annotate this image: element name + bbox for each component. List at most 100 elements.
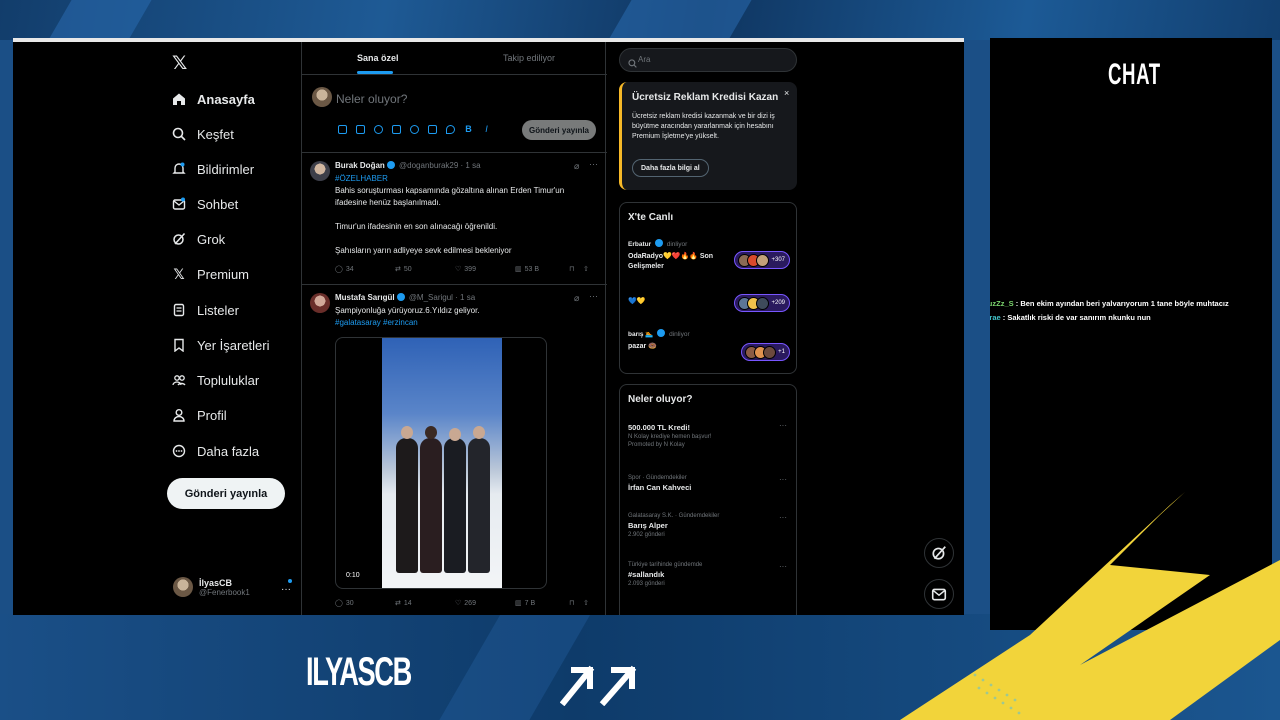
trend-item[interactable]: Galatasaray S.K. · Gündemdekiler Barış A… [628, 513, 793, 538]
repost-count: 50 [403, 265, 412, 273]
hashtag-link[interactable]: #ÖZELHABER [335, 174, 388, 183]
reply-button[interactable]: ◯ 34 [335, 265, 395, 274]
more-icon[interactable]: ··· [779, 475, 787, 484]
space-host: barış 🏊 [628, 331, 654, 338]
repost-button[interactable]: ⇄ 14 [395, 599, 455, 608]
sidebar-item-notifications[interactable]: Bildirimler [171, 157, 254, 181]
reply-count: 30 [345, 599, 354, 607]
more-icon[interactable]: ··· [589, 159, 598, 169]
search-input[interactable]: Ara [619, 48, 797, 72]
chat-title: CHAT [1108, 58, 1161, 91]
views-button[interactable]: ▥ 7 B [515, 599, 569, 608]
like-button[interactable]: ♡ 399 [455, 265, 515, 274]
space-listeners-pill[interactable]: +1 [741, 343, 790, 361]
chat-message: ✚ BuzZz_S : Ben ekim ayından beri yalvar… [990, 299, 1229, 308]
sidebar-item-label: Listeler [197, 302, 239, 318]
browser-capture: 𝕏 Anasayfa Keşfet Bildirimler Sohbet Gro… [13, 38, 964, 615]
close-icon[interactable]: × [784, 88, 789, 98]
tweet-video[interactable]: 0:10 [335, 337, 547, 589]
tweet-header: Burak Doğan @doganburak29 · 1 sa [335, 161, 481, 170]
learn-more-button[interactable]: Daha fazla bilgi al [632, 159, 709, 177]
chat-username[interactable]: omcrae [990, 313, 1001, 322]
person-figure [473, 426, 485, 439]
sidebar-item-label: Bildirimler [197, 161, 255, 177]
sidebar-item-more[interactable]: Daha fazla [171, 439, 259, 463]
grok-icon[interactable]: ⌀ [574, 161, 579, 172]
search-placeholder: Ara [638, 55, 651, 64]
hashtag-link[interactable]: #galatasaray #erzincan [335, 318, 418, 327]
sidebar-item-lists[interactable]: Listeler [171, 298, 239, 322]
more-icon[interactable]: ··· [779, 421, 787, 430]
compose-input[interactable]: Neler oluyor? [336, 92, 407, 106]
verified-badge-icon [396, 293, 405, 301]
share-icon[interactable]: ⇧ [583, 265, 593, 273]
live-space-item[interactable]: 💙💛 +209 [628, 293, 793, 312]
mail-icon [171, 196, 187, 212]
live-space-item[interactable]: barış 🏊 dinliyor pazar 🍩 +1 [628, 329, 793, 361]
like-button[interactable]: ♡ 269 [455, 599, 515, 608]
avatar[interactable] [310, 161, 330, 181]
sidebar-item-profile[interactable]: Profil [171, 403, 227, 427]
tweet-text: Şampiyonluğa yürüyoruz.6.Yıldız geliyor.… [335, 305, 597, 329]
location-icon[interactable] [446, 125, 455, 134]
sidebar-item-bookmarks[interactable]: Yer İşaretleri [171, 333, 270, 357]
account-more-icon[interactable]: ··· [281, 584, 291, 595]
space-listeners-pill[interactable]: +209 [734, 294, 790, 312]
live-spaces-card: X'te Canlı Erbatur dinliyor OdaRadyo💛❤️🔥… [619, 202, 797, 374]
video-thumbnail [382, 338, 502, 588]
trend-item[interactable]: Spor · Gündemdekiler İrfan Can Kahveci ·… [628, 475, 793, 492]
more-icon[interactable]: ··· [779, 513, 787, 522]
chat-username[interactable]: BuzZz_S [990, 299, 1014, 308]
tab-following[interactable]: Takip ediliyor [503, 53, 555, 63]
avatar[interactable] [310, 293, 330, 313]
live-space-item[interactable]: Erbatur dinliyor OdaRadyo💛❤️🔥🔥 Son Geliş… [628, 239, 793, 272]
share-icon[interactable]: ⇧ [583, 599, 593, 607]
schedule-icon[interactable] [428, 125, 437, 134]
space-listeners-pill[interactable]: +307 [734, 251, 790, 269]
compose-post-button[interactable]: Gönderi yayınla [522, 120, 596, 140]
like-count: 399 [464, 265, 476, 273]
grok-icon[interactable]: ⌀ [574, 293, 579, 304]
sidebar-item-home[interactable]: Anasayfa [171, 87, 255, 111]
author-name[interactable]: Burak Doğan [335, 161, 385, 170]
more-icon[interactable]: ··· [779, 562, 787, 571]
trend-item[interactable]: 500.000 TL Kredi! N Kolay krediye hemen … [628, 421, 793, 448]
reply-button[interactable]: ◯ 30 [335, 599, 395, 608]
tab-for-you[interactable]: Sana özel [357, 53, 399, 63]
author-handle: @M_Sarigul · 1 sa [408, 293, 476, 302]
live-title: X'te Canlı [628, 212, 674, 223]
more-icon[interactable]: ··· [589, 291, 598, 301]
sidebar-item-premium[interactable]: 𝕏 Premium [171, 262, 249, 286]
tweet-line: Bahis soruşturması kapsamında gözaltına … [335, 186, 565, 207]
emoji-icon[interactable] [410, 125, 419, 134]
tweet[interactable]: Mustafa Sarıgül @M_Sarigul · 1 sa ⌀ ··· … [302, 285, 607, 615]
tweet-header: Mustafa Sarıgül @M_Sarigul · 1 sa [335, 293, 475, 302]
reply-icon: ◯ [335, 266, 343, 273]
bookmark-icon[interactable]: ⊓ [569, 599, 583, 607]
repost-icon: ⇄ [395, 266, 401, 273]
views-button[interactable]: ▥ 53 B [515, 265, 569, 274]
bold-icon[interactable]: B [464, 125, 473, 134]
account-switcher[interactable]: İlyasCB @Fenerbook1 [173, 577, 250, 597]
heart-icon: ♡ [455, 266, 462, 273]
tweet[interactable]: Burak Doğan @doganburak29 · 1 sa ⌀ ··· #… [302, 153, 607, 285]
media-icon[interactable] [338, 125, 347, 134]
trend-item[interactable]: Türkiye tarihinde gündemde #sallandık 2.… [628, 562, 793, 587]
reply-count: 34 [345, 265, 354, 273]
listener-count: +209 [771, 300, 785, 306]
gif-icon[interactable] [356, 125, 365, 134]
x-logo-icon[interactable]: 𝕏 [172, 52, 187, 75]
sidebar-item-communities[interactable]: Topluluklar [171, 368, 259, 392]
post-button[interactable]: Gönderi yayınla [167, 478, 285, 509]
listener-avatar [756, 296, 770, 310]
sidebar-item-messages[interactable]: Sohbet [171, 192, 238, 216]
trends-card: Neler oluyor? 500.000 TL Kredi! N Kolay … [619, 384, 797, 615]
bookmark-icon[interactable]: ⊓ [569, 265, 583, 273]
repost-button[interactable]: ⇄ 50 [395, 265, 455, 274]
sidebar-item-grok[interactable]: Grok [171, 227, 225, 251]
author-name[interactable]: Mustafa Sarıgül [335, 293, 395, 302]
sidebar-item-explore[interactable]: Keşfet [171, 122, 234, 146]
italic-icon[interactable]: I [482, 125, 491, 134]
poll-icon[interactable] [392, 125, 401, 134]
grok-icon[interactable] [374, 125, 383, 134]
